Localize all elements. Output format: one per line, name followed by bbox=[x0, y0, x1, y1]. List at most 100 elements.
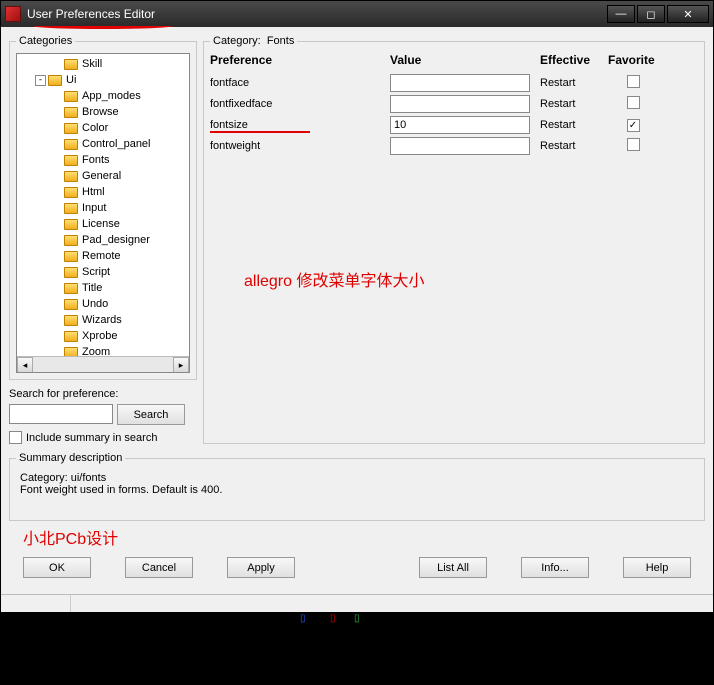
favorite-checkbox-fontface[interactable] bbox=[627, 75, 640, 88]
tree-label[interactable]: Control_panel bbox=[82, 136, 151, 152]
status-bar bbox=[1, 594, 713, 612]
folder-icon bbox=[64, 203, 78, 214]
include-summary-checkbox[interactable] bbox=[9, 431, 22, 444]
effective-fontsize: Restart bbox=[540, 119, 608, 131]
window: User Preferences Editor — ◻ ✕ Categories… bbox=[0, 0, 714, 613]
tree-item-control_panel[interactable]: Control_panel bbox=[19, 136, 189, 152]
value-input-fontfixedface[interactable] bbox=[390, 95, 530, 113]
tree-item-remote[interactable]: Remote bbox=[19, 248, 189, 264]
tree-item-input[interactable]: Input bbox=[19, 200, 189, 216]
tree-label[interactable]: Skill bbox=[82, 56, 102, 72]
preferences-grid: Preference Value Effective Favorite font… bbox=[210, 53, 698, 155]
favorite-checkbox-fontweight[interactable] bbox=[627, 138, 640, 151]
tree-label[interactable]: Browse bbox=[82, 104, 119, 120]
tree-label[interactable]: License bbox=[82, 216, 120, 232]
annotation-underline-fontsize bbox=[210, 131, 310, 133]
col-favorite: Favorite bbox=[608, 53, 658, 71]
scroll-track[interactable] bbox=[33, 357, 173, 372]
search-input[interactable] bbox=[9, 404, 113, 424]
apply-button[interactable]: Apply bbox=[227, 557, 295, 578]
tree-label[interactable]: Title bbox=[82, 280, 102, 296]
tree-item-fonts[interactable]: Fonts bbox=[19, 152, 189, 168]
tree-label[interactable]: Xprobe bbox=[82, 328, 117, 344]
minimize-button[interactable]: — bbox=[607, 5, 635, 23]
col-value: Value bbox=[390, 53, 540, 71]
summary-legend: Summary description bbox=[16, 452, 125, 464]
folder-icon bbox=[64, 251, 78, 262]
pref-name-fontfixedface: fontfixedface bbox=[210, 98, 390, 110]
categories-tree[interactable]: Skill - Ui App_modesBrowseColorControl_pane… bbox=[17, 54, 189, 373]
tree-hscrollbar[interactable]: ◂ ▸ bbox=[17, 356, 189, 372]
help-button[interactable]: Help bbox=[623, 557, 691, 578]
scroll-left-button[interactable]: ◂ bbox=[17, 357, 33, 373]
maximize-button[interactable]: ◻ bbox=[637, 5, 665, 23]
tree-item-html[interactable]: Html bbox=[19, 184, 189, 200]
favorite-checkbox-fontfixedface[interactable] bbox=[627, 96, 640, 109]
categories-fieldset: Categories Skill - Ui App_modesBrowseColorC… bbox=[9, 35, 197, 380]
tree-label[interactable]: App_modes bbox=[82, 88, 141, 104]
tree-item-script[interactable]: Script bbox=[19, 264, 189, 280]
tree-label[interactable]: Undo bbox=[82, 296, 108, 312]
titlebar[interactable]: User Preferences Editor — ◻ ✕ bbox=[1, 1, 713, 27]
categories-legend: Categories bbox=[16, 35, 75, 47]
folder-icon bbox=[64, 331, 78, 342]
tree-item-undo[interactable]: Undo bbox=[19, 296, 189, 312]
close-button[interactable]: ✕ bbox=[667, 5, 709, 23]
category-fieldset: Category: Fonts Preference Value Effecti… bbox=[203, 35, 705, 444]
folder-icon bbox=[64, 235, 78, 246]
folder-icon bbox=[64, 315, 78, 326]
info-button[interactable]: Info... bbox=[521, 557, 589, 578]
ok-button[interactable]: OK bbox=[23, 557, 91, 578]
listall-button[interactable]: List All bbox=[419, 557, 487, 578]
tree-label[interactable]: Fonts bbox=[82, 152, 110, 168]
effective-fontfixedface: Restart bbox=[540, 98, 608, 110]
folder-icon bbox=[48, 75, 62, 86]
favorite-checkbox-fontsize[interactable] bbox=[627, 119, 640, 132]
col-preference: Preference bbox=[210, 53, 390, 71]
tree-item-pad_designer[interactable]: Pad_designer bbox=[19, 232, 189, 248]
tree-item-xprobe[interactable]: Xprobe bbox=[19, 328, 189, 344]
tree-item-general[interactable]: General bbox=[19, 168, 189, 184]
background-strip: ▯ ▯ ▯ bbox=[0, 613, 714, 631]
tree-item-title[interactable]: Title bbox=[19, 280, 189, 296]
cancel-button[interactable]: Cancel bbox=[125, 557, 193, 578]
scroll-right-button[interactable]: ▸ bbox=[173, 357, 189, 373]
pref-name-fontweight: fontweight bbox=[210, 140, 390, 152]
app-icon bbox=[5, 6, 21, 22]
tree-item-color[interactable]: Color bbox=[19, 120, 189, 136]
folder-icon bbox=[64, 107, 78, 118]
tree-toggle-icon[interactable]: - bbox=[35, 75, 46, 86]
tree-label[interactable]: Pad_designer bbox=[82, 232, 150, 248]
tree-label[interactable]: Html bbox=[82, 184, 105, 200]
folder-icon bbox=[64, 91, 78, 102]
pref-name-fontsize: fontsize bbox=[210, 119, 390, 131]
tree-label[interactable]: Remote bbox=[82, 248, 121, 264]
tree-item-ui[interactable]: - Ui bbox=[19, 72, 189, 88]
tree-label[interactable]: Script bbox=[82, 264, 110, 280]
annotation-text: allegro 修改菜单字体大小 bbox=[244, 267, 424, 291]
tree-label[interactable]: Wizards bbox=[82, 312, 122, 328]
tree-label[interactable]: Ui bbox=[66, 72, 76, 88]
folder-icon bbox=[64, 187, 78, 198]
value-input-fontweight[interactable] bbox=[390, 137, 530, 155]
status-cell bbox=[1, 595, 71, 612]
effective-fontweight: Restart bbox=[540, 140, 608, 152]
tree-label[interactable]: Color bbox=[82, 120, 108, 136]
tree-label[interactable]: Input bbox=[82, 200, 106, 216]
value-input-fontsize[interactable] bbox=[390, 116, 530, 134]
tree-item-app_modes[interactable]: App_modes bbox=[19, 88, 189, 104]
summary-category: Category: ui/fonts bbox=[20, 472, 694, 484]
summary-fieldset: Summary description Category: ui/fonts F… bbox=[9, 452, 705, 521]
folder-icon bbox=[64, 283, 78, 294]
tree-item-wizards[interactable]: Wizards bbox=[19, 312, 189, 328]
tree-item-license[interactable]: License bbox=[19, 216, 189, 232]
tree-item-skill[interactable]: Skill bbox=[19, 56, 189, 72]
button-bar: OK Cancel Apply List All Info... Help bbox=[9, 553, 705, 586]
value-input-fontface[interactable] bbox=[390, 74, 530, 92]
client-area: Categories Skill-UiApp_modesBrowseColorC… bbox=[1, 27, 713, 594]
folder-icon bbox=[64, 155, 78, 166]
tree-item-browse[interactable]: Browse bbox=[19, 104, 189, 120]
search-button[interactable]: Search bbox=[117, 404, 185, 425]
tree-label[interactable]: General bbox=[82, 168, 121, 184]
search-label: Search for preference: bbox=[9, 388, 197, 400]
